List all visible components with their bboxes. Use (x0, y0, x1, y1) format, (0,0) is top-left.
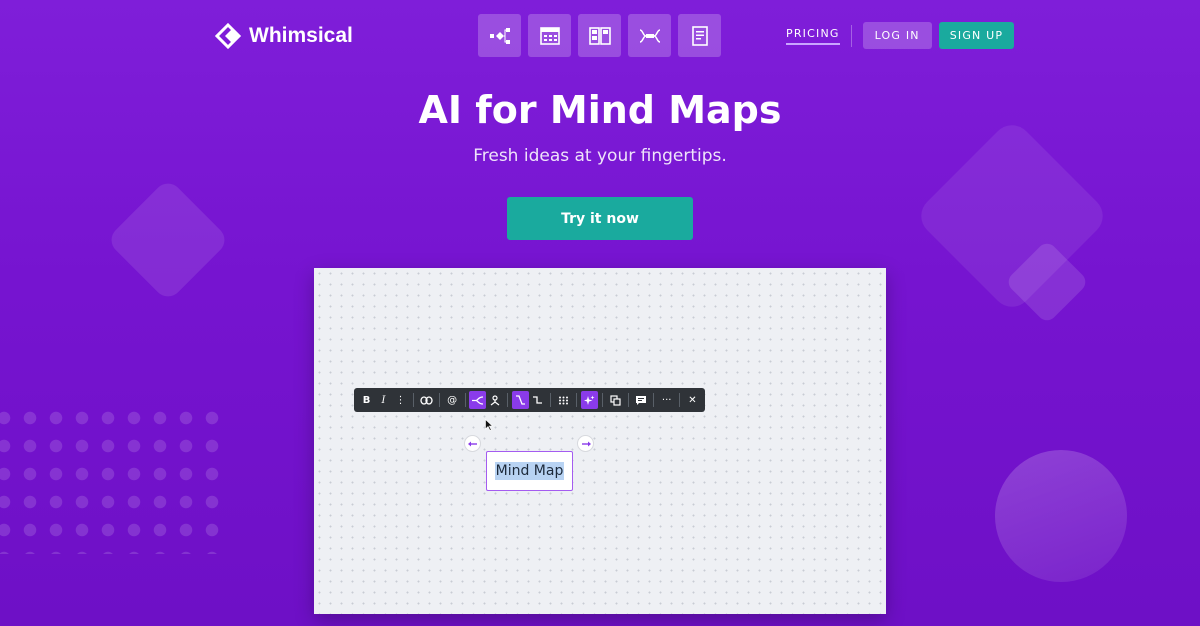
board-icon (588, 26, 611, 45)
sparkle-icon (583, 395, 595, 405)
decorative-dot-grid (0, 404, 230, 554)
toolbar-divider (438, 393, 440, 407)
curved-line-button[interactable] (512, 391, 530, 409)
close-toolbar-button[interactable]: ✕ (684, 391, 701, 409)
board-tool-button[interactable] (578, 14, 621, 57)
curved-line-icon (516, 395, 526, 405)
layout-tree-button[interactable] (486, 391, 503, 409)
hero-title: AI for Mind Maps (418, 88, 782, 132)
decorative-diamond-left (105, 177, 231, 303)
decorative-circle (995, 450, 1127, 582)
comment-icon (635, 395, 646, 405)
copy-icon (609, 394, 621, 406)
login-button[interactable]: LOG IN (862, 22, 932, 49)
signup-button[interactable]: SIGN UP (938, 22, 1015, 49)
try-it-now-button[interactable]: Try it now (507, 197, 693, 240)
branch-layout-icon (472, 395, 484, 405)
layout-branch-button[interactable] (469, 391, 487, 409)
format-toolbar: B I ⋮ @ ··· ✕ (354, 388, 705, 412)
toolbar-divider (679, 393, 680, 407)
tree-layout-icon (490, 394, 500, 405)
arrow-right-icon (581, 441, 591, 446)
product-switcher (478, 14, 721, 57)
elbow-line-button[interactable] (529, 391, 546, 409)
arrow-left-icon (467, 441, 477, 446)
flowchart-tool-button[interactable] (478, 14, 521, 57)
logo[interactable]: Whimsical (215, 23, 353, 49)
logo-text: Whimsical (249, 24, 353, 47)
link-icon (420, 395, 433, 405)
add-right-node-handle[interactable] (577, 435, 594, 452)
text-options-button[interactable]: ⋮ (392, 391, 409, 409)
doc-tool-button[interactable] (678, 14, 721, 57)
wireframe-icon (539, 26, 560, 45)
elbow-line-icon (533, 396, 543, 404)
editor-canvas[interactable]: B I ⋮ @ ··· ✕ Mind Map (314, 268, 886, 614)
italic-button[interactable]: I (375, 391, 392, 409)
toolbar-divider (413, 393, 414, 407)
ai-generate-button[interactable] (580, 391, 598, 409)
link-button[interactable] (418, 391, 435, 409)
toolbar-divider (464, 393, 466, 407)
mindmap-icon (639, 28, 660, 43)
grid-button[interactable] (555, 391, 572, 409)
bold-button[interactable]: B (358, 391, 375, 409)
site-header: Whimsical PRICING LOG IN SIGN UP (0, 0, 1200, 70)
node-label[interactable]: Mind Map (494, 462, 565, 480)
toolbar-divider (627, 393, 629, 407)
whimsical-logo-icon (215, 23, 242, 49)
hero-subtitle: Fresh ideas at your fingertips. (473, 146, 727, 166)
pricing-link[interactable]: PRICING (786, 27, 840, 45)
toolbar-divider (653, 393, 655, 407)
wireframe-tool-button[interactable] (528, 14, 571, 57)
toolbar-divider (507, 393, 509, 407)
mindmap-tool-button[interactable] (628, 14, 671, 57)
mind-map-root-node[interactable]: Mind Map (486, 451, 573, 491)
doc-icon (691, 25, 708, 46)
header-nav: PRICING LOG IN SIGN UP (786, 22, 1015, 49)
grid-icon (558, 396, 568, 404)
flowchart-icon (489, 27, 510, 44)
toolbar-divider (601, 393, 603, 407)
mention-button[interactable]: @ (444, 391, 461, 409)
comment-button[interactable] (632, 391, 649, 409)
duplicate-button[interactable] (607, 391, 624, 409)
mouse-cursor-icon (485, 419, 493, 431)
toolbar-divider (575, 393, 577, 407)
toolbar-divider (550, 393, 551, 407)
add-left-node-handle[interactable] (464, 435, 481, 452)
nav-divider (850, 24, 852, 47)
more-options-button[interactable]: ··· (658, 391, 675, 409)
